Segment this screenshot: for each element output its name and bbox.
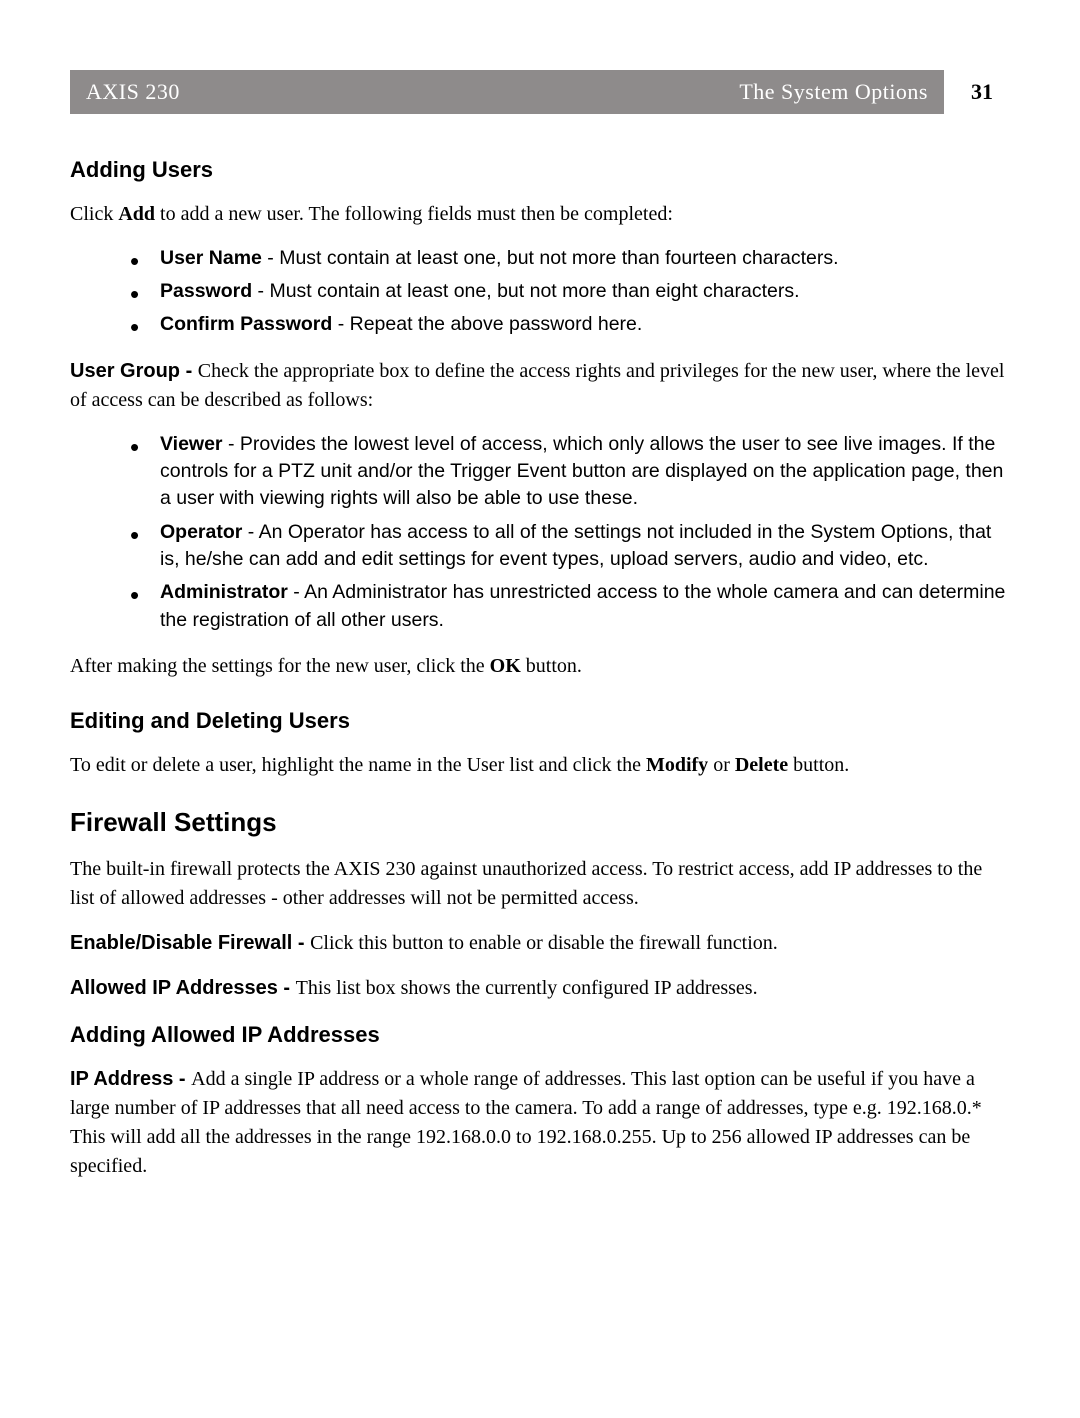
field-desc: - Repeat the above password here.: [332, 313, 642, 335]
allowed-ip-label: Allowed IP Addresses -: [70, 977, 296, 999]
after-settings-text: After making the settings for the new us…: [70, 652, 1010, 681]
section-adding-users: Adding Users Click Add to add a new user…: [70, 154, 1010, 681]
firewall-intro: The built-in firewall protects the AXIS …: [70, 855, 1010, 913]
ok-label: OK: [490, 655, 521, 677]
text-fragment: After making the settings for the new us…: [70, 655, 490, 677]
ip-address-label: IP Address -: [70, 1068, 191, 1090]
modify-label: Modify: [646, 754, 708, 776]
list-item: Confirm Password - Repeat the above pass…: [160, 311, 1010, 338]
user-group-text: Check the appropriate box to define the …: [70, 360, 1004, 411]
ip-address-text: Add a single IP address or a whole range…: [70, 1068, 982, 1177]
text-fragment: To edit or delete a user, highlight the …: [70, 754, 646, 776]
heading-firewall-settings: Firewall Settings: [70, 804, 1010, 842]
heading-adding-users: Adding Users: [70, 154, 1010, 186]
enable-disable-label: Enable/Disable Firewall -: [70, 932, 310, 954]
group-name: Viewer: [160, 433, 223, 455]
field-desc: - Must contain at least one, but not mor…: [262, 247, 839, 269]
text-fragment: button.: [788, 754, 849, 776]
list-item: Password - Must contain at least one, bu…: [160, 278, 1010, 305]
user-group-paragraph: User Group - Check the appropriate box t…: [70, 357, 1010, 415]
allowed-ip-text: This list box shows the currently config…: [296, 977, 758, 999]
group-name: Operator: [160, 521, 242, 543]
heading-adding-allowed-ip: Adding Allowed IP Addresses: [70, 1019, 1010, 1051]
header-product-name: AXIS 230: [70, 70, 368, 114]
enable-disable-text: Click this button to enable or disable t…: [310, 932, 778, 954]
field-name: User Name: [160, 247, 262, 269]
section-firewall: Firewall Settings The built-in firewall …: [70, 804, 1010, 1182]
allowed-ip-paragraph: Allowed IP Addresses - This list box sho…: [70, 974, 1010, 1003]
text-fragment: button.: [521, 655, 582, 677]
list-item: Administrator - An Administrator has unr…: [160, 579, 1010, 634]
field-name: Confirm Password: [160, 313, 332, 335]
delete-label: Delete: [735, 754, 788, 776]
text-fragment: to add a new user. The following fields …: [155, 203, 673, 225]
field-desc: - Must contain at least one, but not mor…: [252, 280, 799, 302]
page-number: 31: [944, 70, 1010, 114]
text-fragment: or: [708, 754, 735, 776]
field-name: Password: [160, 280, 252, 302]
user-group-list: Viewer - Provides the lowest level of ac…: [70, 431, 1010, 634]
ip-address-paragraph: IP Address - Add a single IP address or …: [70, 1065, 1010, 1181]
adding-users-intro: Click Add to add a new user. The followi…: [70, 200, 1010, 229]
list-item: User Name - Must contain at least one, b…: [160, 245, 1010, 272]
heading-editing-deleting: Editing and Deleting Users: [70, 705, 1010, 737]
section-editing-deleting: Editing and Deleting Users To edit or de…: [70, 705, 1010, 780]
user-group-label: User Group -: [70, 360, 198, 382]
add-label: Add: [118, 203, 155, 225]
header-section-title: The System Options: [368, 70, 944, 114]
enable-disable-paragraph: Enable/Disable Firewall - Click this but…: [70, 929, 1010, 958]
list-item: Operator - An Operator has access to all…: [160, 519, 1010, 574]
text-fragment: Click: [70, 203, 118, 225]
field-list: User Name - Must contain at least one, b…: [70, 245, 1010, 339]
group-desc: - An Operator has access to all of the s…: [160, 521, 991, 570]
edit-delete-text: To edit or delete a user, highlight the …: [70, 751, 1010, 780]
group-desc: - Provides the lowest level of access, w…: [160, 433, 1003, 510]
group-name: Administrator: [160, 581, 288, 603]
list-item: Viewer - Provides the lowest level of ac…: [160, 431, 1010, 513]
page: AXIS 230 The System Options 31 Adding Us…: [0, 0, 1080, 1418]
page-header: AXIS 230 The System Options 31: [70, 70, 1010, 114]
